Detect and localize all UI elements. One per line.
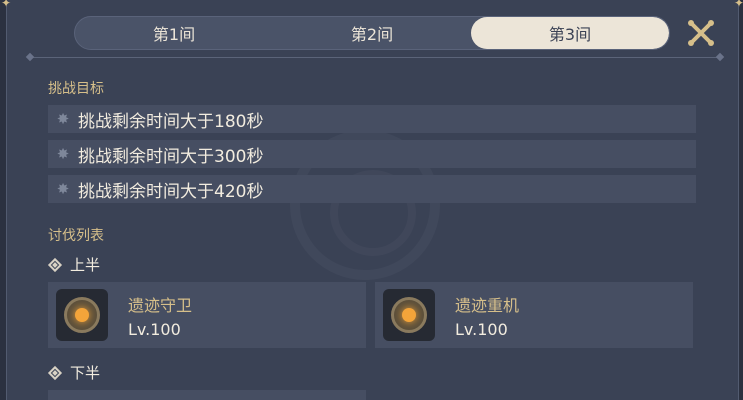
corner-star-icon: ✦: [1, 0, 12, 10]
enemy-card-partial[interactable]: [48, 390, 366, 400]
second-half-label: 下半: [47, 362, 101, 383]
objective-row: ✸ 挑战剩余时间大于420秒: [48, 175, 696, 203]
ruin-guard-portrait: [56, 289, 108, 341]
objective-text: 挑战剩余时间大于420秒: [78, 181, 264, 202]
objective-row: ✸ 挑战剩余时间大于180秒: [48, 105, 696, 133]
diamond-icon: [47, 365, 63, 380]
star-icon: ✸: [56, 180, 70, 198]
ruin-grader-portrait: [383, 289, 435, 341]
corner-star-icon: ✦: [733, 0, 743, 10]
tab-chamber-2[interactable]: 第2间: [273, 17, 471, 49]
objective-text: 挑战剩余时间大于180秒: [78, 111, 264, 132]
tab-chamber-1[interactable]: 第1间: [75, 17, 273, 49]
star-icon: ✸: [56, 110, 70, 128]
first-half-text: 上半: [70, 256, 101, 274]
objective-row: ✸ 挑战剩余时间大于300秒: [48, 140, 696, 168]
enemy-card-ruin-grader[interactable]: 遗迹重机 Lv.100: [375, 282, 693, 348]
enemy-list-title: 讨伐列表: [48, 228, 104, 244]
enemy-card-ruin-guard[interactable]: 遗迹守卫 Lv.100: [48, 282, 366, 348]
enemy-level: Lv.100: [128, 319, 181, 339]
enemy-name: 遗迹守卫: [128, 295, 193, 315]
first-half-label: 上半: [47, 254, 101, 275]
objectives-title: 挑战目标: [48, 81, 104, 97]
objective-text: 挑战剩余时间大于300秒: [78, 146, 264, 167]
star-icon: ✸: [56, 145, 70, 163]
diamond-icon: [47, 257, 63, 272]
close-x-icon: [688, 20, 714, 46]
enemy-name: 遗迹重机: [455, 295, 520, 315]
second-half-text: 下半: [70, 364, 101, 382]
enemy-level: Lv.100: [455, 319, 508, 339]
close-button[interactable]: [684, 16, 718, 50]
header-divider: [30, 57, 720, 58]
chamber-tabs: 第1间 第2间 第3间: [74, 16, 670, 50]
tab-chamber-3[interactable]: 第3间: [471, 17, 669, 49]
